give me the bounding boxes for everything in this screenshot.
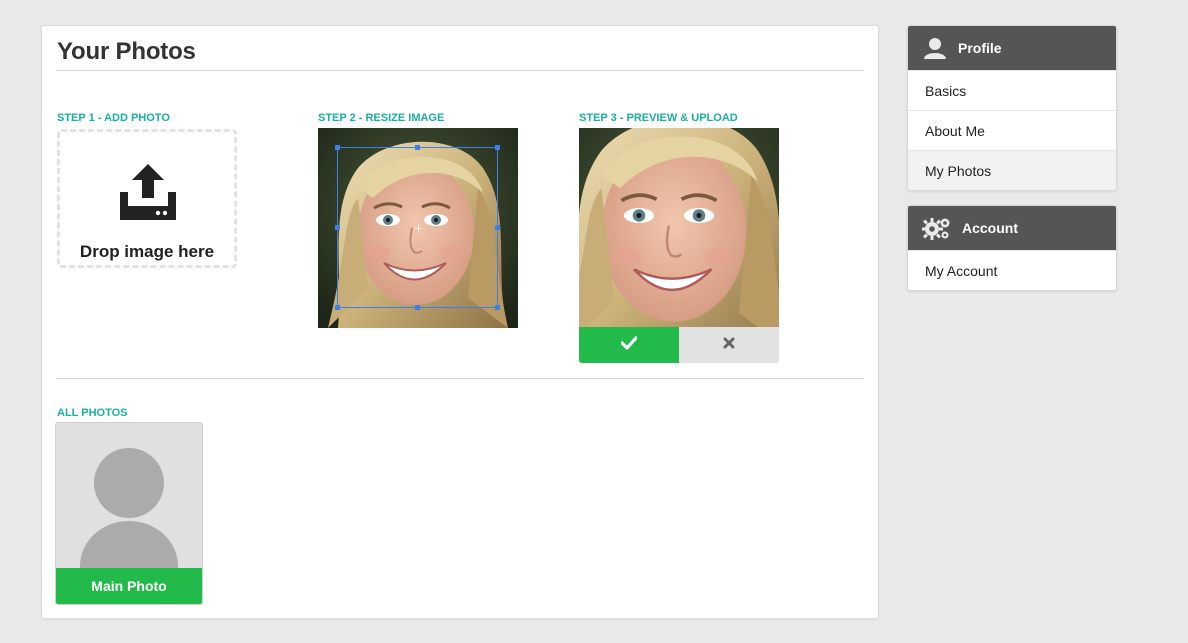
crop-center-marker-v (417, 224, 419, 232)
close-icon (723, 336, 735, 354)
confirm-upload-button[interactable] (579, 327, 679, 363)
step3-label: STEP 3 - PREVIEW & UPLOAD (579, 112, 738, 124)
profile-menu-title: Profile (958, 40, 1002, 56)
crop-handle-n[interactable] (415, 145, 420, 150)
check-icon (620, 335, 638, 355)
resize-canvas (318, 128, 518, 328)
crop-handle-e[interactable] (495, 225, 500, 230)
crop-handle-w[interactable] (335, 225, 340, 230)
sidebar-item-basics[interactable]: Basics (908, 70, 1116, 110)
crop-handle-se[interactable] (495, 305, 500, 310)
preview-canvas (579, 128, 779, 328)
profile-menu: Profile Basics About Me My Photos (907, 25, 1117, 191)
profile-menu-header: Profile (908, 26, 1116, 70)
upload-icon (118, 162, 178, 222)
drop-text: Drop image here (79, 242, 215, 261)
crop-handle-nw[interactable] (335, 145, 340, 150)
section-divider (56, 378, 864, 379)
preview-photo (579, 128, 779, 328)
title-divider (56, 70, 864, 71)
sidebar-item-about-me[interactable]: About Me (908, 110, 1116, 150)
crop-handle-sw[interactable] (335, 305, 340, 310)
photo-thumbnail[interactable]: Main Photo (55, 422, 203, 605)
photos-panel: Your Photos STEP 1 - ADD PHOTO Drop imag… (41, 25, 879, 619)
page-title: Your Photos (57, 38, 196, 65)
main-photo-badge: Main Photo (56, 568, 202, 604)
sidebar-item-my-account[interactable]: My Account (908, 250, 1116, 290)
gears-icon (922, 215, 952, 241)
all-photos-label: ALL PHOTOS (57, 407, 128, 419)
account-menu: Account My Account (907, 205, 1117, 291)
preview-actions (579, 327, 780, 364)
crop-handle-ne[interactable] (495, 145, 500, 150)
step1-label: STEP 1 - ADD PHOTO (57, 112, 170, 124)
image-dropzone[interactable]: Drop image here (57, 129, 237, 268)
user-icon (922, 35, 948, 61)
step2-label: STEP 2 - RESIZE IMAGE (318, 112, 445, 124)
crop-handle-s[interactable] (415, 305, 420, 310)
cancel-upload-button[interactable] (679, 327, 779, 363)
sidebar-item-my-photos[interactable]: My Photos (908, 150, 1116, 190)
account-menu-title: Account (962, 220, 1018, 236)
avatar-placeholder-head (94, 448, 164, 518)
account-menu-header: Account (908, 206, 1116, 250)
